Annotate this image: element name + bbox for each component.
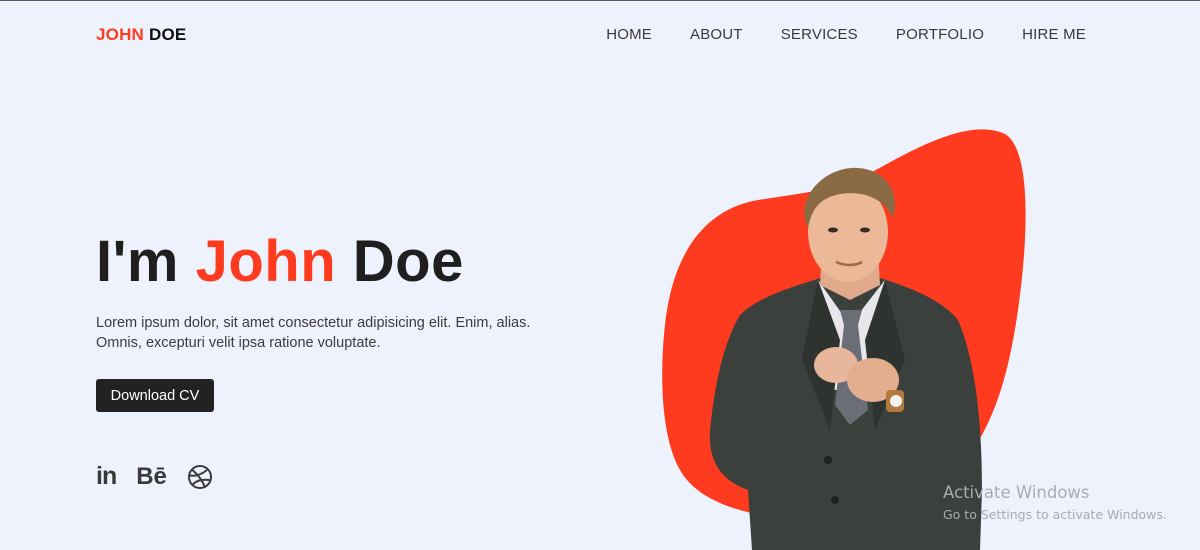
top-border bbox=[0, 0, 1200, 1]
logo-last-name: DOE bbox=[148, 25, 187, 44]
hero-description-line1: Lorem ipsum dolor, sit amet consectetur … bbox=[96, 315, 531, 331]
main-nav: HOME ABOUT SERVICES PORTFOLIO HIRE ME bbox=[606, 26, 1086, 43]
windows-activation-watermark: Activate Windows Go to Settings to activ… bbox=[943, 483, 1167, 522]
hero-title-accent: John bbox=[195, 229, 337, 294]
hero-description-line2: Omnis, excepturi velit ipsa ratione volu… bbox=[96, 335, 381, 351]
watermark-subtitle: Go to Settings to activate Windows. bbox=[943, 507, 1167, 522]
hero-title-prefix: I'm bbox=[96, 229, 196, 294]
nav-about[interactable]: ABOUT bbox=[690, 26, 743, 43]
site-logo[interactable]: JOHN DOE bbox=[96, 25, 186, 45]
watermark-title: Activate Windows bbox=[943, 483, 1090, 502]
dribbble-icon[interactable] bbox=[187, 464, 213, 490]
nav-home[interactable]: HOME bbox=[606, 26, 652, 43]
hero-title: I'm John Doe bbox=[96, 228, 464, 295]
nav-hire-me[interactable]: HIRE ME bbox=[1022, 26, 1086, 43]
hero-description: Lorem ipsum dolor, sit amet consectetur … bbox=[96, 313, 536, 353]
nav-portfolio[interactable]: PORTFOLIO bbox=[896, 26, 984, 43]
linkedin-icon[interactable]: in bbox=[96, 462, 117, 491]
social-links: in Bē bbox=[96, 462, 213, 491]
behance-icon[interactable]: Bē bbox=[136, 463, 167, 491]
download-cv-button[interactable]: Download CV bbox=[96, 379, 214, 412]
hero-title-suffix: Doe bbox=[336, 229, 464, 294]
logo-first-name: JOHN bbox=[96, 25, 145, 44]
nav-services[interactable]: SERVICES bbox=[781, 26, 858, 43]
